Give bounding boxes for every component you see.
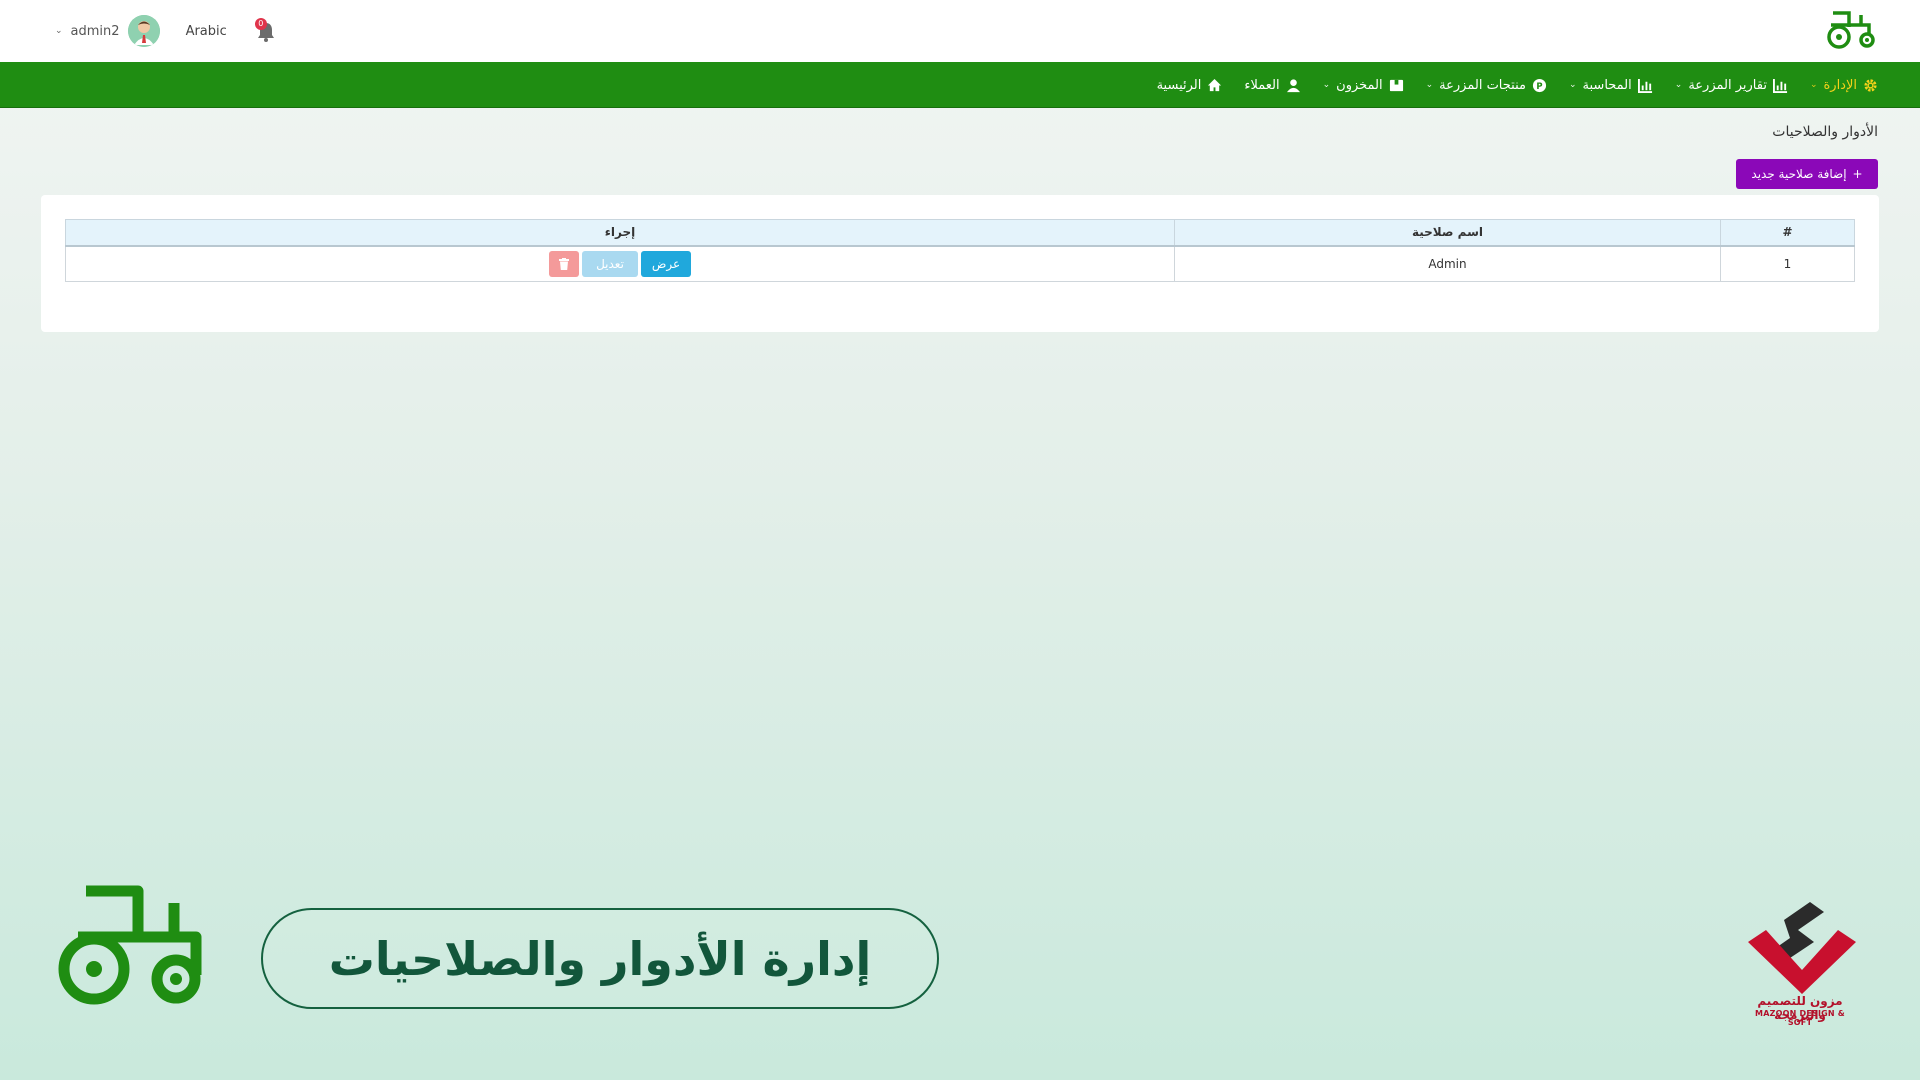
nav-item-farm-products[interactable]: P منتجات المزرعة ⌄ [1426,78,1547,93]
gear-icon [1864,78,1877,92]
add-role-button[interactable]: + إضافة صلاحية جديد [1736,159,1878,189]
nav-item-customers[interactable]: العملاء [1244,78,1300,93]
column-header-action: إجراء [65,219,1175,247]
chevron-down-icon: ⌄ [1425,80,1434,90]
nav-item-label: تقارير المزرعة [1688,77,1767,93]
user-icon [1286,78,1300,92]
roles-card: # اسم صلاحية إجراء 1 Admin عرض تعديل [41,195,1879,332]
row-actions: عرض تعديل [65,245,1175,282]
nav-item-label: الإدارة [1823,77,1857,93]
table-row: 1 Admin عرض تعديل [65,245,1855,282]
company-name-english: MAZOON DESIGN & SOFT [1755,1009,1845,1027]
nav-item-label: المخزون [1336,77,1383,93]
chevron-down-icon: ⌄ [1674,80,1683,90]
user-area: ⌄ admin2 Arabic 0 [55,14,279,48]
delete-button[interactable] [549,250,579,277]
role-name: Admin [1174,245,1721,282]
view-button[interactable]: عرض [641,250,691,277]
add-role-button-label: إضافة صلاحية جديد [1751,167,1847,181]
nav-item-label: المحاسبة [1582,77,1632,93]
avatar[interactable] [127,15,160,47]
home-icon [1208,78,1222,91]
nav-item-accounting[interactable]: المحاسبة ⌄ [1569,78,1653,93]
edit-button[interactable]: تعديل [582,250,638,277]
svg-text:P: P [1536,80,1542,90]
top-header: ⌄ admin2 Arabic 0 [0,0,1920,62]
nav-item-inventory[interactable]: المخزون ⌄ [1323,78,1404,93]
main-nav: الرئيسية العملاء المخزون ⌄ P منتجات المز… [0,62,1920,108]
username[interactable]: admin2 [71,24,120,39]
title-banner: إدارة الأدوار والصلاحيات [261,908,939,1009]
box-icon [1389,79,1403,91]
chevron-down-icon[interactable]: ⌄ [55,26,63,36]
product-icon: P [1532,78,1547,92]
notification-badge: 0 [254,18,267,30]
chevron-down-icon: ⌄ [1322,80,1331,90]
nav-item-label: العملاء [1244,77,1280,93]
chart-icon [1772,78,1787,93]
column-header-number: # [1720,219,1855,247]
chevron-down-icon: ⌄ [1568,80,1577,90]
nav-item-home[interactable]: الرئيسية [1157,78,1223,93]
trash-icon [559,257,569,270]
row-number: 1 [1720,245,1855,282]
roles-table: # اسم صلاحية إجراء 1 Admin عرض تعديل [65,219,1855,282]
nav-item-label: منتجات المزرعة [1439,77,1526,93]
tractor-icon [58,885,202,1005]
tractor-logo-icon[interactable] [1825,5,1879,51]
column-header-role-name: اسم صلاحية [1174,219,1721,247]
page-title: الأدوار والصلاحيات [1772,124,1878,140]
banner-title: إدارة الأدوار والصلاحيات [328,931,872,986]
chart-icon [1637,78,1652,93]
chevron-down-icon: ⌄ [1809,80,1818,90]
nav-item-label: الرئيسية [1156,77,1202,93]
nav-item-management[interactable]: الإدارة ⌄ [1810,78,1878,93]
table-header-row: # اسم صلاحية إجراء [65,219,1855,247]
language-switch[interactable]: Arabic [186,24,227,39]
nav-item-farm-reports[interactable]: تقارير المزرعة ⌄ [1675,78,1788,93]
plus-icon: + [1852,167,1863,181]
notifications[interactable]: 0 [253,18,279,44]
